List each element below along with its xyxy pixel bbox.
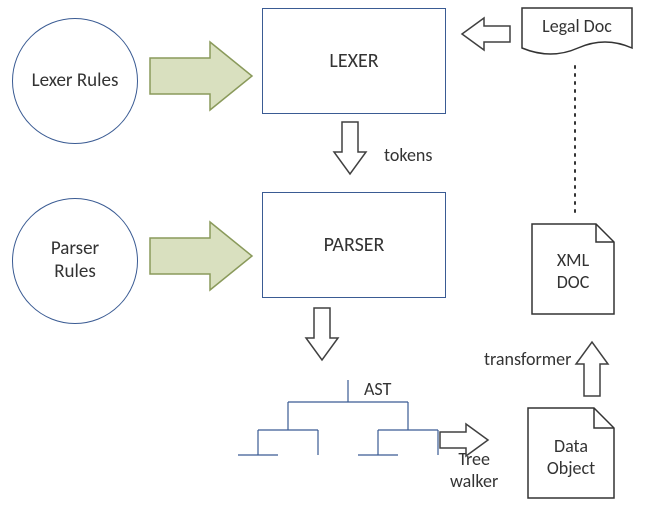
parser-rules-label: Parser Rules — [51, 238, 99, 284]
parser-box-label: PARSER — [324, 233, 385, 257]
arrow-parser-rules-to-parser — [150, 222, 252, 290]
tokens-label: tokens — [384, 144, 432, 166]
lexer-box: LEXER — [262, 8, 446, 114]
arrow-lexer-rules-to-lexer — [150, 42, 252, 110]
xml-doc-text-2: DOC — [557, 271, 590, 293]
data-object-text-2: Object — [547, 457, 595, 479]
legal-doc-shape: Legal Doc — [522, 8, 632, 54]
ast-label: AST — [364, 378, 391, 400]
lexer-rules-circle: Lexer Rules — [12, 18, 138, 144]
xml-doc-shape: XML DOC — [532, 224, 614, 314]
parser-box: PARSER — [262, 192, 446, 298]
arrow-lexer-to-parser — [334, 122, 366, 174]
lexer-rules-label: Lexer Rules — [32, 70, 119, 93]
arrow-legaldoc-to-lexer — [462, 18, 510, 50]
arrow-parser-to-ast — [306, 308, 338, 360]
transformer-label: transformer — [484, 348, 571, 370]
legal-doc-text: Legal Doc — [542, 15, 612, 37]
data-object-text-1: Data — [554, 435, 588, 457]
xml-doc-text-1: XML — [557, 249, 590, 271]
ast-tree-icon — [238, 380, 438, 455]
lexer-box-label: LEXER — [329, 49, 378, 73]
tree-walker-label: Tree walker — [450, 448, 498, 492]
parser-rules-circle: Parser Rules — [12, 198, 138, 324]
data-object-shape: Data Object — [528, 408, 614, 498]
arrow-dataobject-to-xml — [576, 342, 608, 396]
